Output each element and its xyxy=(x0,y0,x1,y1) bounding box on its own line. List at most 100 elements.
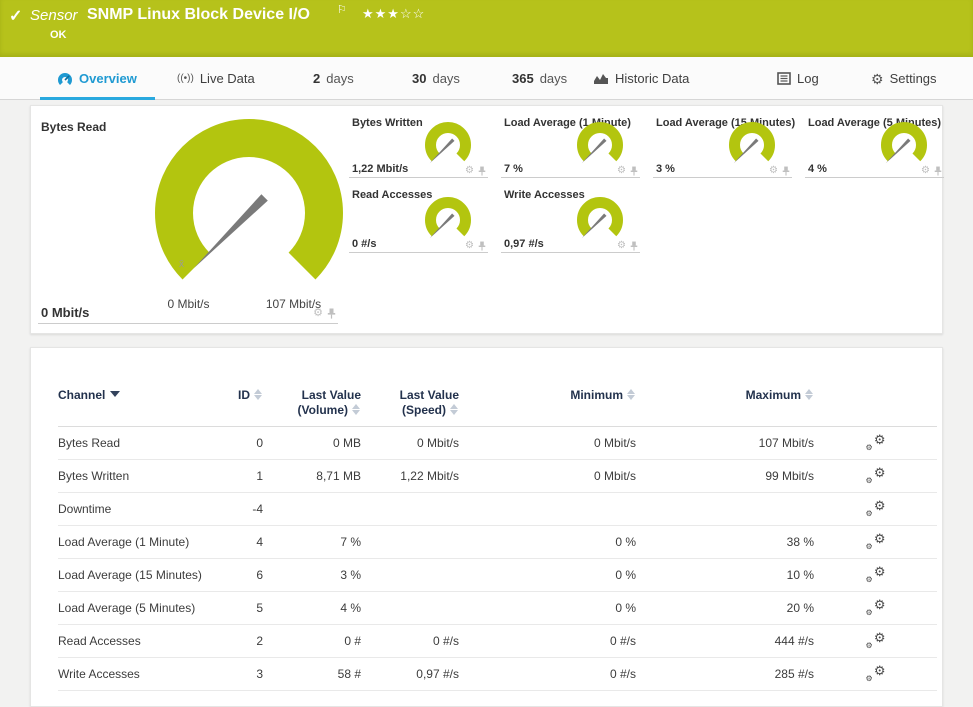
table-row-load-average-1-minute[interactable]: Load Average (1 Minute) 4 7 % 0 % 38 % ⚙… xyxy=(58,526,937,559)
channel-settings-icon[interactable]: ⚙⚙ xyxy=(866,566,886,582)
gauge-current-value: 4 % xyxy=(808,163,827,175)
column-header-last-value-speed[interactable]: Last Value (Speed) xyxy=(361,388,459,418)
tab-settings[interactable]: ⚙ Settings xyxy=(871,57,937,100)
column-header-line2: (Volume) xyxy=(298,403,348,417)
channel-name: Write Accesses xyxy=(58,667,228,681)
tab-overview[interactable]: Overview xyxy=(57,57,137,100)
column-header-line1: Last Value xyxy=(263,388,361,403)
tile-actions: ⚙ xyxy=(313,308,336,319)
channel-name: Bytes Written xyxy=(58,469,228,483)
gauge-tile-load-average-15-minutes[interactable]: Load Average (15 Minutes) 3 % ⚙ xyxy=(653,113,792,178)
sort-icon xyxy=(254,389,263,400)
maximum-value: 107 Mbit/s xyxy=(636,436,814,450)
tab-2-days-number: 2 xyxy=(313,71,320,86)
pin-icon[interactable] xyxy=(934,166,942,176)
maximum-value: 10 % xyxy=(636,568,814,582)
column-header-minimum-label: Minimum xyxy=(570,388,623,402)
table-row-load-average-15-minutes[interactable]: Load Average (15 Minutes) 6 3 % 0 % 10 %… xyxy=(58,559,937,592)
column-header-maximum-label: Maximum xyxy=(746,388,801,402)
table-row-downtime[interactable]: Downtime -4 ⚙⚙ xyxy=(58,493,937,526)
priority-stars[interactable]: ★★★☆☆ xyxy=(362,6,425,22)
priority-flag-icon[interactable]: ⚐ xyxy=(337,3,347,16)
column-header-minimum[interactable]: Minimum xyxy=(459,388,636,403)
channels-table: Channel ID Last Value (Volume) Last Valu… xyxy=(58,388,937,691)
channel-gear-icon[interactable]: ⚙ xyxy=(617,241,626,251)
sensor-title: SNMP Linux Block Device I/O xyxy=(87,6,310,24)
stars-empty[interactable]: ☆☆ xyxy=(400,6,425,21)
pin-icon[interactable] xyxy=(782,166,790,176)
channel-gear-icon[interactable]: ⚙ xyxy=(465,166,474,176)
gauge-title: Bytes Read xyxy=(41,120,106,134)
tab-2-days[interactable]: 2 days xyxy=(313,57,354,100)
pin-icon[interactable] xyxy=(478,166,486,176)
pin-icon[interactable] xyxy=(630,166,638,176)
table-row-bytes-written[interactable]: Bytes Written 1 8,71 MB 1,22 Mbit/s 0 Mb… xyxy=(58,460,937,493)
channel-settings-icon[interactable]: ⚙⚙ xyxy=(866,533,886,549)
tab-log[interactable]: Log xyxy=(777,57,819,100)
pin-icon[interactable] xyxy=(327,308,336,319)
channel-gear-icon[interactable]: ⚙ xyxy=(465,241,474,251)
sort-icon xyxy=(450,404,459,415)
channel-settings-icon[interactable]: ⚙⚙ xyxy=(866,467,886,483)
column-header-id-label: ID xyxy=(238,388,250,402)
channel-settings-icon[interactable]: ⚙⚙ xyxy=(866,632,886,648)
gauge-tile-write-accesses[interactable]: Write Accesses 0,97 #/s ⚙ xyxy=(501,185,640,253)
tab-30-days[interactable]: 30 days xyxy=(412,57,460,100)
gauge-tile-bytes-written[interactable]: Bytes Written 1,22 Mbit/s ⚙ xyxy=(349,113,488,178)
tab-historic-data[interactable]: Historic Data xyxy=(593,57,689,100)
gauge-tile-load-average-1-minute[interactable]: Load Average (1 Minute) 7 % ⚙ xyxy=(501,113,640,178)
pin-icon[interactable] xyxy=(630,241,638,251)
last-value-speed: 1,22 Mbit/s xyxy=(361,469,459,483)
channel-settings-icon[interactable]: ⚙⚙ xyxy=(866,434,886,450)
column-header-channel[interactable]: Channel xyxy=(58,388,228,403)
channel-settings-icon[interactable]: ⚙⚙ xyxy=(866,599,886,615)
channel-gear-icon[interactable]: ⚙ xyxy=(313,308,323,319)
active-tab-underline xyxy=(40,97,155,100)
channel-settings-icon[interactable]: ⚙⚙ xyxy=(866,665,886,681)
settings-gear-icon: ⚙ xyxy=(871,72,884,86)
last-value-volume: 3 % xyxy=(263,568,361,582)
gauges-panel: Bytes Read x̄ 0 Mbit/s 107 Mbit/s 0 Mbit… xyxy=(30,105,943,334)
channel-gear-icon[interactable]: ⚙ xyxy=(921,166,930,176)
column-header-maximum[interactable]: Maximum xyxy=(636,388,814,403)
gauge-tile-load-average-5-minutes[interactable]: Load Average (5 Minutes) 4 % ⚙ xyxy=(805,113,944,178)
tab-365-days[interactable]: 365 days xyxy=(512,57,567,100)
last-value-volume: 8,71 MB xyxy=(263,469,361,483)
last-value-volume: 58 # xyxy=(263,667,361,681)
tab-365-days-number: 365 xyxy=(512,71,534,86)
table-row-load-average-5-minutes[interactable]: Load Average (5 Minutes) 5 4 % 0 % 20 % … xyxy=(58,592,937,625)
column-header-last-value-volume[interactable]: Last Value (Volume) xyxy=(263,388,361,418)
maximum-value: 99 Mbit/s xyxy=(636,469,814,483)
gauge-tile-bytes-read[interactable]: Bytes Read x̄ 0 Mbit/s 107 Mbit/s 0 Mbit… xyxy=(38,113,338,324)
channel-id: 4 xyxy=(228,535,263,549)
channels-panel: Channel ID Last Value (Volume) Last Valu… xyxy=(30,347,943,707)
sort-icon xyxy=(805,389,814,400)
tile-actions: ⚙ xyxy=(921,166,942,176)
minimum-value: 0 % xyxy=(459,535,636,549)
tab-overview-label: Overview xyxy=(79,71,137,86)
sensor-header-bar: ✓ Sensor SNMP Linux Block Device I/O ⚐ ★… xyxy=(0,0,973,57)
tile-actions: ⚙ xyxy=(617,166,638,176)
tab-2-days-unit: days xyxy=(326,71,353,86)
stars-filled[interactable]: ★★★ xyxy=(362,6,400,21)
table-row-bytes-read[interactable]: Bytes Read 0 0 MB 0 Mbit/s 0 Mbit/s 107 … xyxy=(58,427,937,460)
gauge-tile-read-accesses[interactable]: Read Accesses 0 #/s ⚙ xyxy=(349,185,488,253)
broadcast-icon: ((•)) xyxy=(177,73,194,84)
sort-icon xyxy=(352,404,361,415)
channel-id: 0 xyxy=(228,436,263,450)
minimum-value: 0 #/s xyxy=(459,634,636,648)
channel-name: Read Accesses xyxy=(58,634,228,648)
channel-name: Load Average (1 Minute) xyxy=(58,535,228,549)
gauge-current-value: 1,22 Mbit/s xyxy=(352,163,408,175)
gauge-tab-icon xyxy=(57,71,73,87)
column-header-line1: Last Value xyxy=(361,388,459,403)
pin-icon[interactable] xyxy=(478,241,486,251)
tab-live-data[interactable]: ((•)) Live Data xyxy=(177,57,255,100)
table-row-read-accesses[interactable]: Read Accesses 2 0 # 0 #/s 0 #/s 444 #/s … xyxy=(58,625,937,658)
channel-settings-icon[interactable]: ⚙⚙ xyxy=(866,500,886,516)
channel-gear-icon[interactable]: ⚙ xyxy=(769,166,778,176)
column-header-channel-label: Channel xyxy=(58,388,105,402)
column-header-id[interactable]: ID xyxy=(228,388,263,403)
channel-gear-icon[interactable]: ⚙ xyxy=(617,166,626,176)
table-row-write-accesses[interactable]: Write Accesses 3 58 # 0,97 #/s 0 #/s 285… xyxy=(58,658,937,691)
